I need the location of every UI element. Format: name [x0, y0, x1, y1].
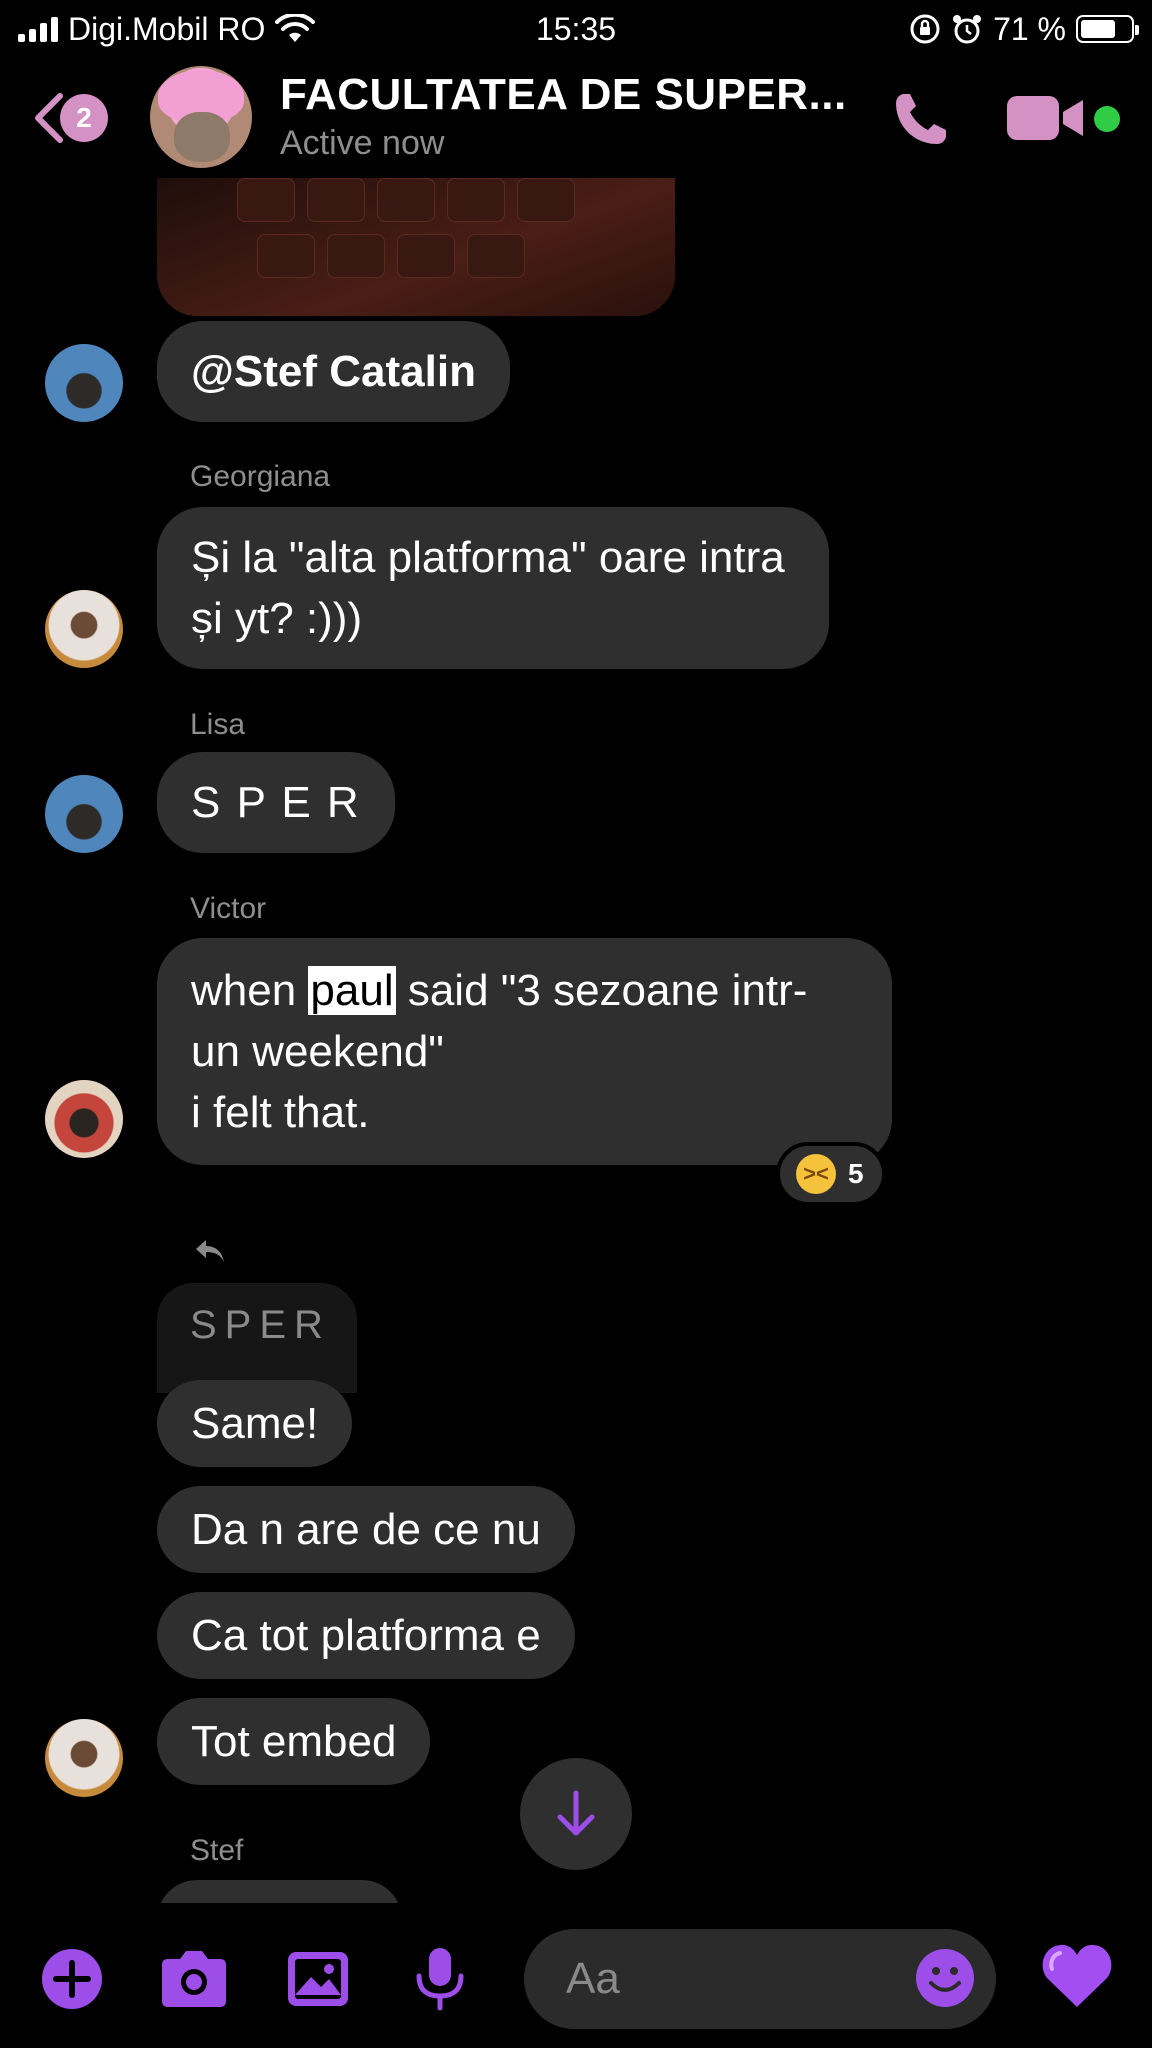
avatar-cat-face — [174, 112, 230, 162]
camera-button[interactable] — [156, 1941, 232, 2017]
message-bubble[interactable]: Da n are de ce nu — [157, 1486, 575, 1573]
message-text: Da n are de ce nu — [191, 1505, 541, 1554]
text-segment: said "3 sezoane intr- — [395, 966, 808, 1015]
message-line: și yt? :))) — [191, 594, 363, 643]
message-text: Same! — [191, 1399, 319, 1448]
sender-name: Stef — [190, 1834, 244, 1867]
plus-icon — [42, 1949, 102, 2009]
avatar-victor[interactable] — [45, 1080, 123, 1158]
laughing-emoji-icon: >< — [796, 1154, 836, 1194]
wifi-icon — [275, 14, 316, 42]
carrier-label: Digi.Mobil RO — [68, 10, 266, 47]
message-bubble[interactable]: Tot embed — [157, 1698, 431, 1785]
chat-header: 2 FACULTATEA DE SUPER... Active now — [0, 58, 1152, 178]
message-bubble[interactable]: @Stef Catalin — [157, 321, 510, 422]
signal-icon — [18, 16, 58, 42]
battery-fill — [1081, 20, 1116, 38]
message-line: Și la "alta platforma" oare intra — [191, 533, 785, 582]
status-bar: Digi.Mobil RO 15:35 71 % — [0, 0, 1152, 58]
message-bubble[interactable]: Ca tot platforma e — [157, 1592, 575, 1679]
heart-icon[interactable] — [1040, 1941, 1114, 2011]
microphone-icon — [416, 1948, 464, 2011]
status-left: Digi.Mobil RO — [18, 10, 316, 48]
active-status: Active now — [280, 124, 445, 162]
photo-attachment[interactable] — [157, 178, 675, 316]
avatar-georgiana[interactable] — [45, 590, 123, 668]
alarm-icon — [953, 15, 982, 44]
message-text: Ca tot platforma e — [191, 1611, 541, 1660]
status-right: 71 % — [909, 10, 1139, 48]
image-icon — [288, 1952, 348, 2006]
online-indicator — [1094, 106, 1120, 132]
group-avatar[interactable] — [150, 66, 252, 168]
message-line: i felt that. — [191, 1088, 370, 1137]
message-line: un weekend" — [191, 1027, 444, 1076]
conversation-title: FACULTATEA DE SUPER... — [280, 70, 847, 119]
quoted-message[interactable]: SPER — [157, 1283, 357, 1393]
gallery-button[interactable] — [280, 1941, 356, 2017]
plus-button[interactable] — [34, 1941, 110, 2017]
message-text: S P E R — [191, 778, 361, 827]
message-bubble[interactable] — [157, 1880, 402, 1903]
message-list[interactable]: @Stef Catalin Georgiana Și la "alta plat… — [0, 178, 1152, 1903]
avatar-lisa[interactable] — [45, 344, 123, 422]
microphone-button[interactable] — [402, 1941, 478, 2017]
reaction-pill[interactable]: >< 5 — [776, 1142, 886, 1206]
message-bubble[interactable]: S P E R — [157, 752, 395, 853]
battery-percent: 71 % — [993, 10, 1066, 47]
phone-icon[interactable] — [890, 88, 952, 150]
message-line: when paul said "3 sezoane intr- — [191, 960, 858, 1021]
camera-icon — [162, 1951, 226, 2007]
message-text: Tot embed — [191, 1717, 397, 1766]
message-bubble[interactable]: when paul said "3 sezoane intr- un weeke… — [157, 938, 892, 1165]
sender-name: Georgiana — [190, 460, 331, 493]
reply-icon — [196, 1240, 224, 1262]
arrow-down-icon — [557, 1790, 595, 1836]
composer-bar — [0, 1903, 1152, 2048]
sender-name: Victor — [190, 892, 267, 925]
avatar-georgiana[interactable] — [45, 1719, 123, 1797]
video-camera-icon[interactable] — [1005, 92, 1087, 144]
message-text: @Stef Catalin — [191, 347, 476, 396]
highlighted-word: paul — [308, 966, 396, 1015]
message-bubble[interactable]: Și la "alta platforma" oare intra și yt?… — [157, 507, 829, 669]
avatar-lisa[interactable] — [45, 775, 123, 853]
text-segment: when — [191, 966, 309, 1015]
scroll-to-bottom-button[interactable] — [520, 1758, 632, 1870]
message-bubble[interactable]: Same! — [157, 1380, 353, 1467]
conversation-info[interactable]: FACULTATEA DE SUPER... Active now — [280, 70, 847, 163]
sender-name: Lisa — [190, 708, 246, 741]
back-button[interactable]: 2 — [30, 90, 108, 146]
battery-icon — [1076, 15, 1139, 43]
rotation-lock-icon — [910, 14, 940, 44]
reaction-count: 5 — [848, 1158, 864, 1189]
unread-badge: 2 — [60, 94, 108, 142]
smiley-icon[interactable] — [914, 1947, 976, 2009]
